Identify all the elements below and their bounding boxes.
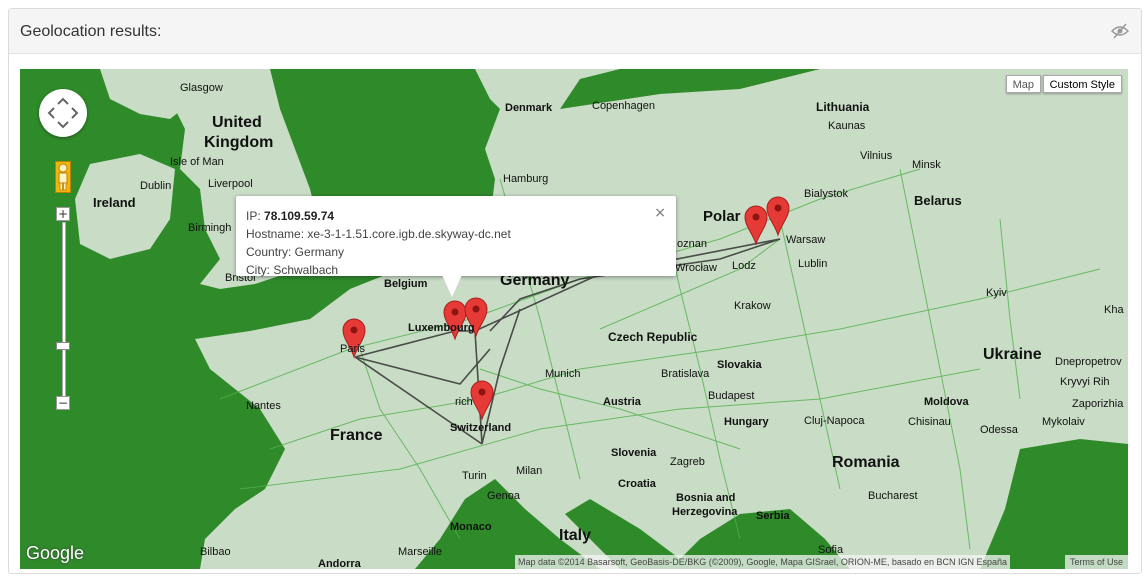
label-krakow: Krakow	[734, 300, 771, 312]
label-serbia: Serbia	[756, 510, 791, 522]
label-denmark: Denmark	[505, 102, 553, 114]
label-paris: Paris	[340, 343, 366, 355]
label-romania: Romania	[832, 454, 900, 471]
label-bialystok: Bialystok	[804, 188, 849, 200]
label-hamburg: Hamburg	[503, 173, 548, 185]
label-austria: Austria	[603, 396, 642, 408]
label-poland: Polar	[703, 208, 741, 225]
zoom-in-button[interactable]: +	[56, 207, 70, 221]
label-kha: Kha	[1104, 304, 1124, 316]
info-window-tail	[442, 275, 462, 297]
label-kyiv: Kyiv	[986, 287, 1007, 299]
label-zagreb: Zagreb	[670, 456, 705, 468]
label-warsaw: Warsaw	[786, 234, 825, 246]
label-poznan: oznan	[677, 238, 707, 250]
zoom-slider-track[interactable]	[62, 222, 66, 397]
label-bratislava: Bratislava	[661, 368, 710, 380]
label-united-kingdom-2: Kingdom	[204, 134, 273, 151]
label-kaunas: Kaunas	[828, 120, 866, 132]
panel-title: Geolocation results:	[20, 23, 162, 40]
map-type-custom-style-button[interactable]: Custom Style	[1042, 75, 1122, 93]
label-odessa: Odessa	[980, 424, 1019, 436]
label-milan: Milan	[516, 465, 542, 477]
label-minsk: Minsk	[912, 159, 941, 171]
pan-control[interactable]	[39, 89, 87, 137]
info-window-body: IP: 78.109.59.74 Hostname: xe-3-1-1.51.c…	[246, 207, 511, 279]
label-bucharest: Bucharest	[868, 490, 918, 502]
pan-control-icon	[47, 97, 79, 129]
geolocation-panel: Geolocation results: Glasgow United King…	[8, 8, 1142, 574]
label-belgium: Belgium	[384, 278, 428, 290]
label-andorra: Andorra	[318, 558, 362, 569]
eye-slash-icon[interactable]	[1111, 23, 1129, 39]
label-turin: Turin	[462, 470, 487, 482]
label-dnepropetrovsk: Dnepropetrov	[1055, 356, 1122, 368]
label-bosnia-1: Bosnia and	[676, 492, 735, 504]
label-lithuania: Lithuania	[816, 100, 870, 114]
info-ip-line: IP: 78.109.59.74	[246, 207, 511, 225]
label-nantes: Nantes	[246, 400, 281, 412]
label-cluj-napoca: Cluj-Napoca	[804, 415, 865, 427]
map-canvas[interactable]: Glasgow United Kingdom Isle of Man Dubli…	[20, 69, 1128, 569]
label-wroclaw: Wrocław	[675, 262, 717, 274]
info-ip-label: IP:	[246, 209, 261, 223]
label-zurich: rich	[455, 396, 473, 408]
label-czech-republic: Czech Republic	[608, 330, 698, 344]
label-copenhagen: Copenhagen	[592, 100, 655, 112]
info-ip-value: 78.109.59.74	[264, 209, 335, 223]
label-luxembourg: Luxembourg	[408, 322, 475, 334]
label-marseille: Marseille	[398, 546, 442, 558]
label-vilnius: Vilnius	[860, 150, 893, 162]
label-slovakia: Slovakia	[717, 359, 763, 371]
info-city: City: Schwalbach	[246, 263, 339, 277]
label-ukraine: Ukraine	[983, 346, 1042, 363]
google-logo[interactable]: Google	[26, 543, 84, 564]
label-kryvyi-rih: Kryvyi Rih	[1060, 376, 1110, 388]
zoom-slider-thumb[interactable]	[56, 342, 70, 350]
label-liverpool: Liverpool	[208, 178, 253, 190]
label-croatia: Croatia	[618, 478, 657, 490]
label-genoa: Genoa	[487, 490, 521, 502]
label-lublin: Lublin	[798, 258, 827, 270]
label-glasgow: Glasgow	[180, 82, 223, 94]
label-ireland: Ireland	[93, 195, 136, 210]
zoom-out-button[interactable]: −	[56, 396, 70, 410]
street-view-pegman-icon[interactable]	[55, 161, 71, 193]
map[interactable]: Glasgow United Kingdom Isle of Man Dubli…	[20, 69, 1128, 569]
label-moldova: Moldova	[924, 396, 969, 408]
terms-of-use-link[interactable]: Terms of Use	[1064, 555, 1128, 569]
label-bilbao: Bilbao	[200, 546, 231, 558]
label-france: France	[330, 427, 383, 444]
label-munich: Munich	[545, 368, 580, 380]
label-birmingham: Birmingh	[188, 222, 231, 234]
label-isle-of-man: Isle of Man	[170, 156, 224, 168]
map-type-map-button[interactable]: Map	[1005, 75, 1041, 93]
label-hungary: Hungary	[724, 416, 770, 428]
label-slovenia: Slovenia	[611, 447, 657, 459]
panel-header: Geolocation results:	[9, 9, 1141, 54]
label-switzerland: Switzerland	[450, 422, 511, 434]
label-chisinau: Chisinau	[908, 416, 951, 428]
label-budapest: Budapest	[708, 390, 754, 402]
label-bosnia-2: Herzegovina	[672, 506, 738, 518]
info-window: IP: 78.109.59.74 Hostname: xe-3-1-1.51.c…	[236, 196, 676, 279]
map-attribution: Map data ©2014 Basarsoft, GeoBasis-DE/BK…	[515, 555, 1010, 569]
label-monaco: Monaco	[450, 521, 492, 533]
label-italy: Italy	[559, 527, 591, 544]
label-united-kingdom-1: United	[212, 114, 262, 131]
label-dublin: Dublin	[140, 180, 171, 192]
label-lodz: Lodz	[732, 260, 756, 272]
info-hostname: Hostname: xe-3-1-1.51.core.igb.de.skyway…	[246, 227, 511, 241]
label-belarus: Belarus	[914, 193, 962, 208]
info-window-close-icon[interactable]: ×	[654, 205, 666, 221]
label-mykolaiv: Mykolaiv	[1042, 416, 1085, 428]
info-country: Country: Germany	[246, 245, 345, 259]
label-zaporizhia: Zaporizhia	[1072, 398, 1124, 410]
